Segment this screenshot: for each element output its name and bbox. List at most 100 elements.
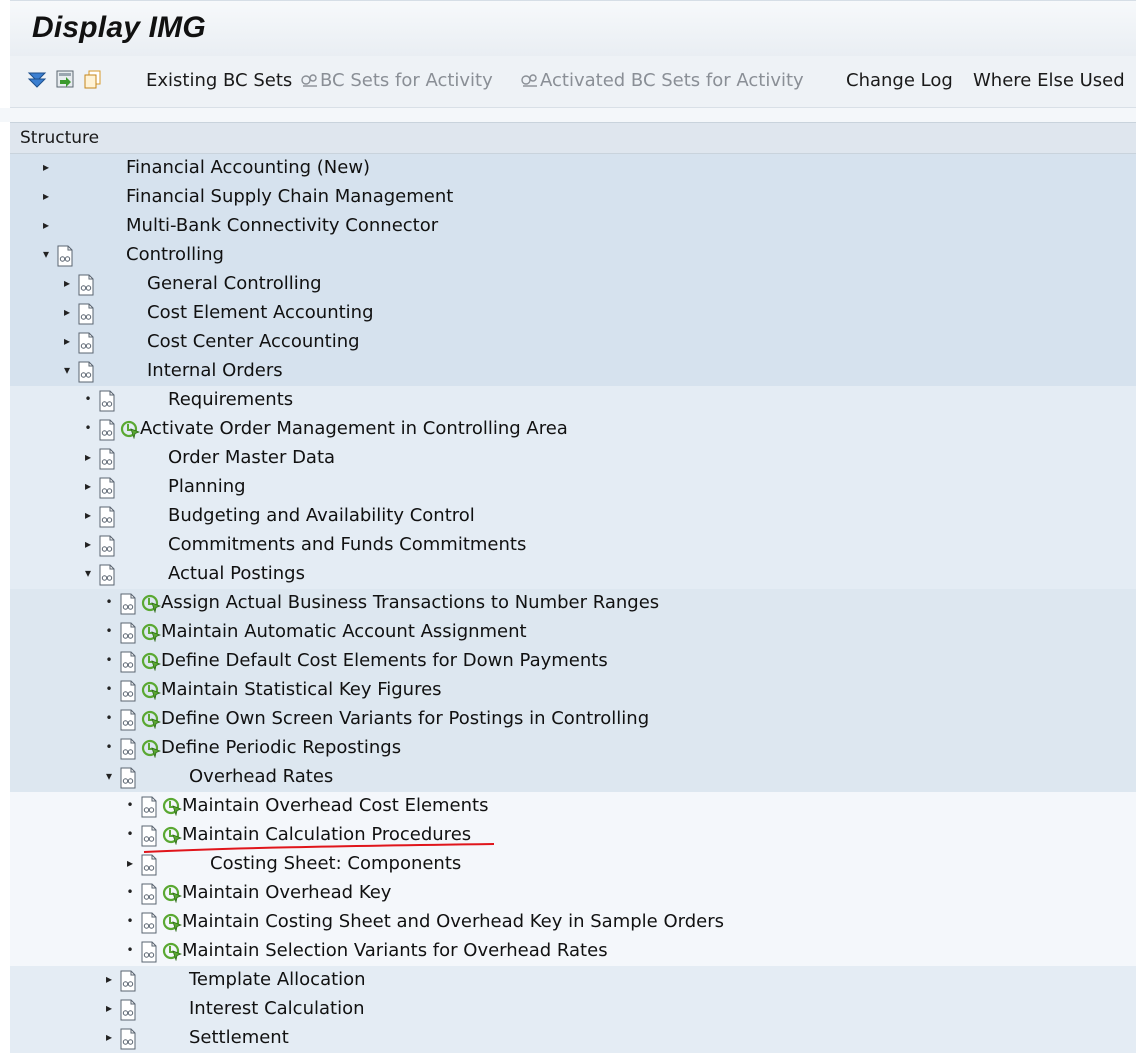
documentation-icon[interactable] [140, 796, 158, 818]
collapse-node-icon[interactable]: ▾ [82, 565, 94, 581]
expand-node-icon[interactable]: ▸ [40, 217, 52, 233]
execute-activity-icon[interactable] [141, 593, 161, 613]
documentation-icon[interactable] [140, 854, 158, 876]
documentation-icon[interactable] [140, 912, 158, 934]
tree-node[interactable]: ▸ General Controlling [10, 270, 1136, 299]
tree-node-label[interactable]: Settlement [189, 1027, 289, 1048]
execute-activity-icon[interactable] [162, 796, 182, 816]
tree-node[interactable]: ▸ Commitments and Funds Commitments [10, 531, 1136, 560]
tree-node[interactable]: ▸ Financial Supply Chain Management [10, 183, 1136, 212]
expand-node-icon[interactable]: ▸ [82, 507, 94, 523]
documentation-icon[interactable] [56, 245, 74, 267]
where-else-used-button[interactable]: Where Else Used [973, 70, 1125, 91]
existing-bc-sets-button[interactable]: Existing BC Sets [146, 70, 292, 91]
tree-node-label[interactable]: Financial Accounting (New) [126, 157, 370, 178]
execute-activity-icon[interactable] [141, 680, 161, 700]
execute-activity-icon[interactable] [162, 941, 182, 961]
tree-node[interactable]: ▾ Controlling [10, 241, 1136, 270]
tree-node-label[interactable]: Maintain Overhead Key [182, 882, 391, 903]
tree-node[interactable]: • Define Periodic Repostings [10, 734, 1136, 763]
expand-node-icon[interactable]: ▸ [82, 536, 94, 552]
documentation-icon[interactable] [98, 477, 116, 499]
execute-activity-icon[interactable] [162, 883, 182, 903]
copy-icon[interactable] [82, 68, 104, 90]
documentation-icon[interactable] [77, 361, 95, 383]
tree-node-label[interactable]: Requirements [168, 389, 293, 410]
tree-node[interactable]: ▸ Template Allocation [10, 966, 1136, 995]
tree-node-label[interactable]: Costing Sheet: Components [210, 853, 461, 874]
tree-node[interactable]: • Activate Order Management in Controllin… [10, 415, 1136, 444]
tree-node-label[interactable]: Maintain Calculation Procedures [182, 824, 471, 845]
tree-node[interactable]: • Define Own Screen Variants for Postings… [10, 705, 1136, 734]
tree-node[interactable]: ▸ Budgeting and Availability Control [10, 502, 1136, 531]
collapse-node-icon[interactable]: ▾ [103, 768, 115, 784]
documentation-icon[interactable] [140, 883, 158, 905]
tree-node-label[interactable]: Multi-Bank Connectivity Connector [126, 215, 438, 236]
documentation-icon[interactable] [77, 274, 95, 296]
import-icon[interactable] [54, 68, 76, 90]
expand-node-icon[interactable]: ▸ [61, 333, 73, 349]
tree-node[interactable]: ▾ Overhead Rates [10, 763, 1136, 792]
tree-node-label[interactable]: Maintain Statistical Key Figures [161, 679, 442, 700]
tree-node-label[interactable]: Order Master Data [168, 447, 335, 468]
tree-node-label[interactable]: Financial Supply Chain Management [126, 186, 453, 207]
expand-node-icon[interactable]: ▸ [124, 855, 136, 871]
tree-node[interactable]: • Maintain Statistical Key Figures [10, 676, 1136, 705]
tree-node-label[interactable]: Activate Order Management in Controlling… [140, 418, 568, 439]
expand-node-icon[interactable]: ▸ [40, 188, 52, 204]
documentation-icon[interactable] [119, 709, 137, 731]
tree-node[interactable]: • Maintain Selection Variants for Overhea… [10, 937, 1136, 966]
documentation-icon[interactable] [98, 419, 116, 441]
documentation-icon[interactable] [119, 622, 137, 644]
expand-node-icon[interactable]: ▸ [61, 275, 73, 291]
execute-activity-icon[interactable] [141, 738, 161, 758]
tree-node[interactable]: ▾ Internal Orders [10, 357, 1136, 386]
expand-all-icon[interactable] [26, 68, 48, 90]
tree-node-label[interactable]: Overhead Rates [189, 766, 333, 787]
documentation-icon[interactable] [77, 303, 95, 325]
documentation-icon[interactable] [119, 651, 137, 673]
activated-bc-sets-button[interactable]: Activated BC Sets for Activity [520, 70, 804, 91]
tree-node-label[interactable]: Maintain Automatic Account Assignment [161, 621, 527, 642]
tree-node-label[interactable]: General Controlling [147, 273, 322, 294]
expand-node-icon[interactable]: ▸ [61, 304, 73, 320]
tree-node[interactable]: ▸ Financial Accounting (New) [10, 154, 1136, 183]
tree-node-label[interactable]: Controlling [126, 244, 224, 265]
tree-node[interactable]: • Maintain Costing Sheet and Overhead Key… [10, 908, 1136, 937]
tree-node[interactable]: • Maintain Overhead Key [10, 879, 1136, 908]
tree-node[interactable]: • Requirements [10, 386, 1136, 415]
documentation-icon[interactable] [140, 825, 158, 847]
tree-node-label[interactable]: Cost Center Accounting [147, 331, 360, 352]
documentation-icon[interactable] [98, 535, 116, 557]
documentation-icon[interactable] [98, 506, 116, 528]
documentation-icon[interactable] [119, 767, 137, 789]
tree-node[interactable]: • Maintain Automatic Account Assignment [10, 618, 1136, 647]
execute-activity-icon[interactable] [162, 912, 182, 932]
execute-activity-icon[interactable] [141, 651, 161, 671]
tree-node-label[interactable]: Define Default Cost Elements for Down Pa… [161, 650, 608, 671]
tree-node-label[interactable]: Define Own Screen Variants for Postings … [161, 708, 649, 729]
documentation-icon[interactable] [77, 332, 95, 354]
tree-node[interactable]: • Maintain Overhead Cost Elements [10, 792, 1136, 821]
tree-node-label[interactable]: Cost Element Accounting [147, 302, 374, 323]
documentation-icon[interactable] [119, 738, 137, 760]
tree-node[interactable]: ▸ Planning [10, 473, 1136, 502]
execute-activity-icon[interactable] [162, 825, 182, 845]
tree-node-label[interactable]: Assign Actual Business Transactions to N… [161, 592, 659, 613]
documentation-icon[interactable] [119, 593, 137, 615]
expand-node-icon[interactable]: ▸ [103, 971, 115, 987]
tree-node[interactable]: • Define Default Cost Elements for Down P… [10, 647, 1136, 676]
documentation-icon[interactable] [119, 680, 137, 702]
expand-node-icon[interactable]: ▸ [103, 1000, 115, 1016]
tree-node-label[interactable]: Actual Postings [168, 563, 305, 584]
tree-node-label[interactable]: Maintain Selection Variants for Overhead… [182, 940, 608, 961]
documentation-icon[interactable] [98, 448, 116, 470]
tree-node-label[interactable]: Maintain Costing Sheet and Overhead Key … [182, 911, 724, 932]
tree-node[interactable]: ▸ Cost Center Accounting [10, 328, 1136, 357]
tree-node[interactable]: ▸ Cost Element Accounting [10, 299, 1136, 328]
documentation-icon[interactable] [119, 999, 137, 1021]
tree-node-label[interactable]: Internal Orders [147, 360, 283, 381]
expand-node-icon[interactable]: ▸ [40, 159, 52, 175]
documentation-icon[interactable] [119, 970, 137, 992]
tree-node[interactable]: • Assign Actual Business Transactions to … [10, 589, 1136, 618]
